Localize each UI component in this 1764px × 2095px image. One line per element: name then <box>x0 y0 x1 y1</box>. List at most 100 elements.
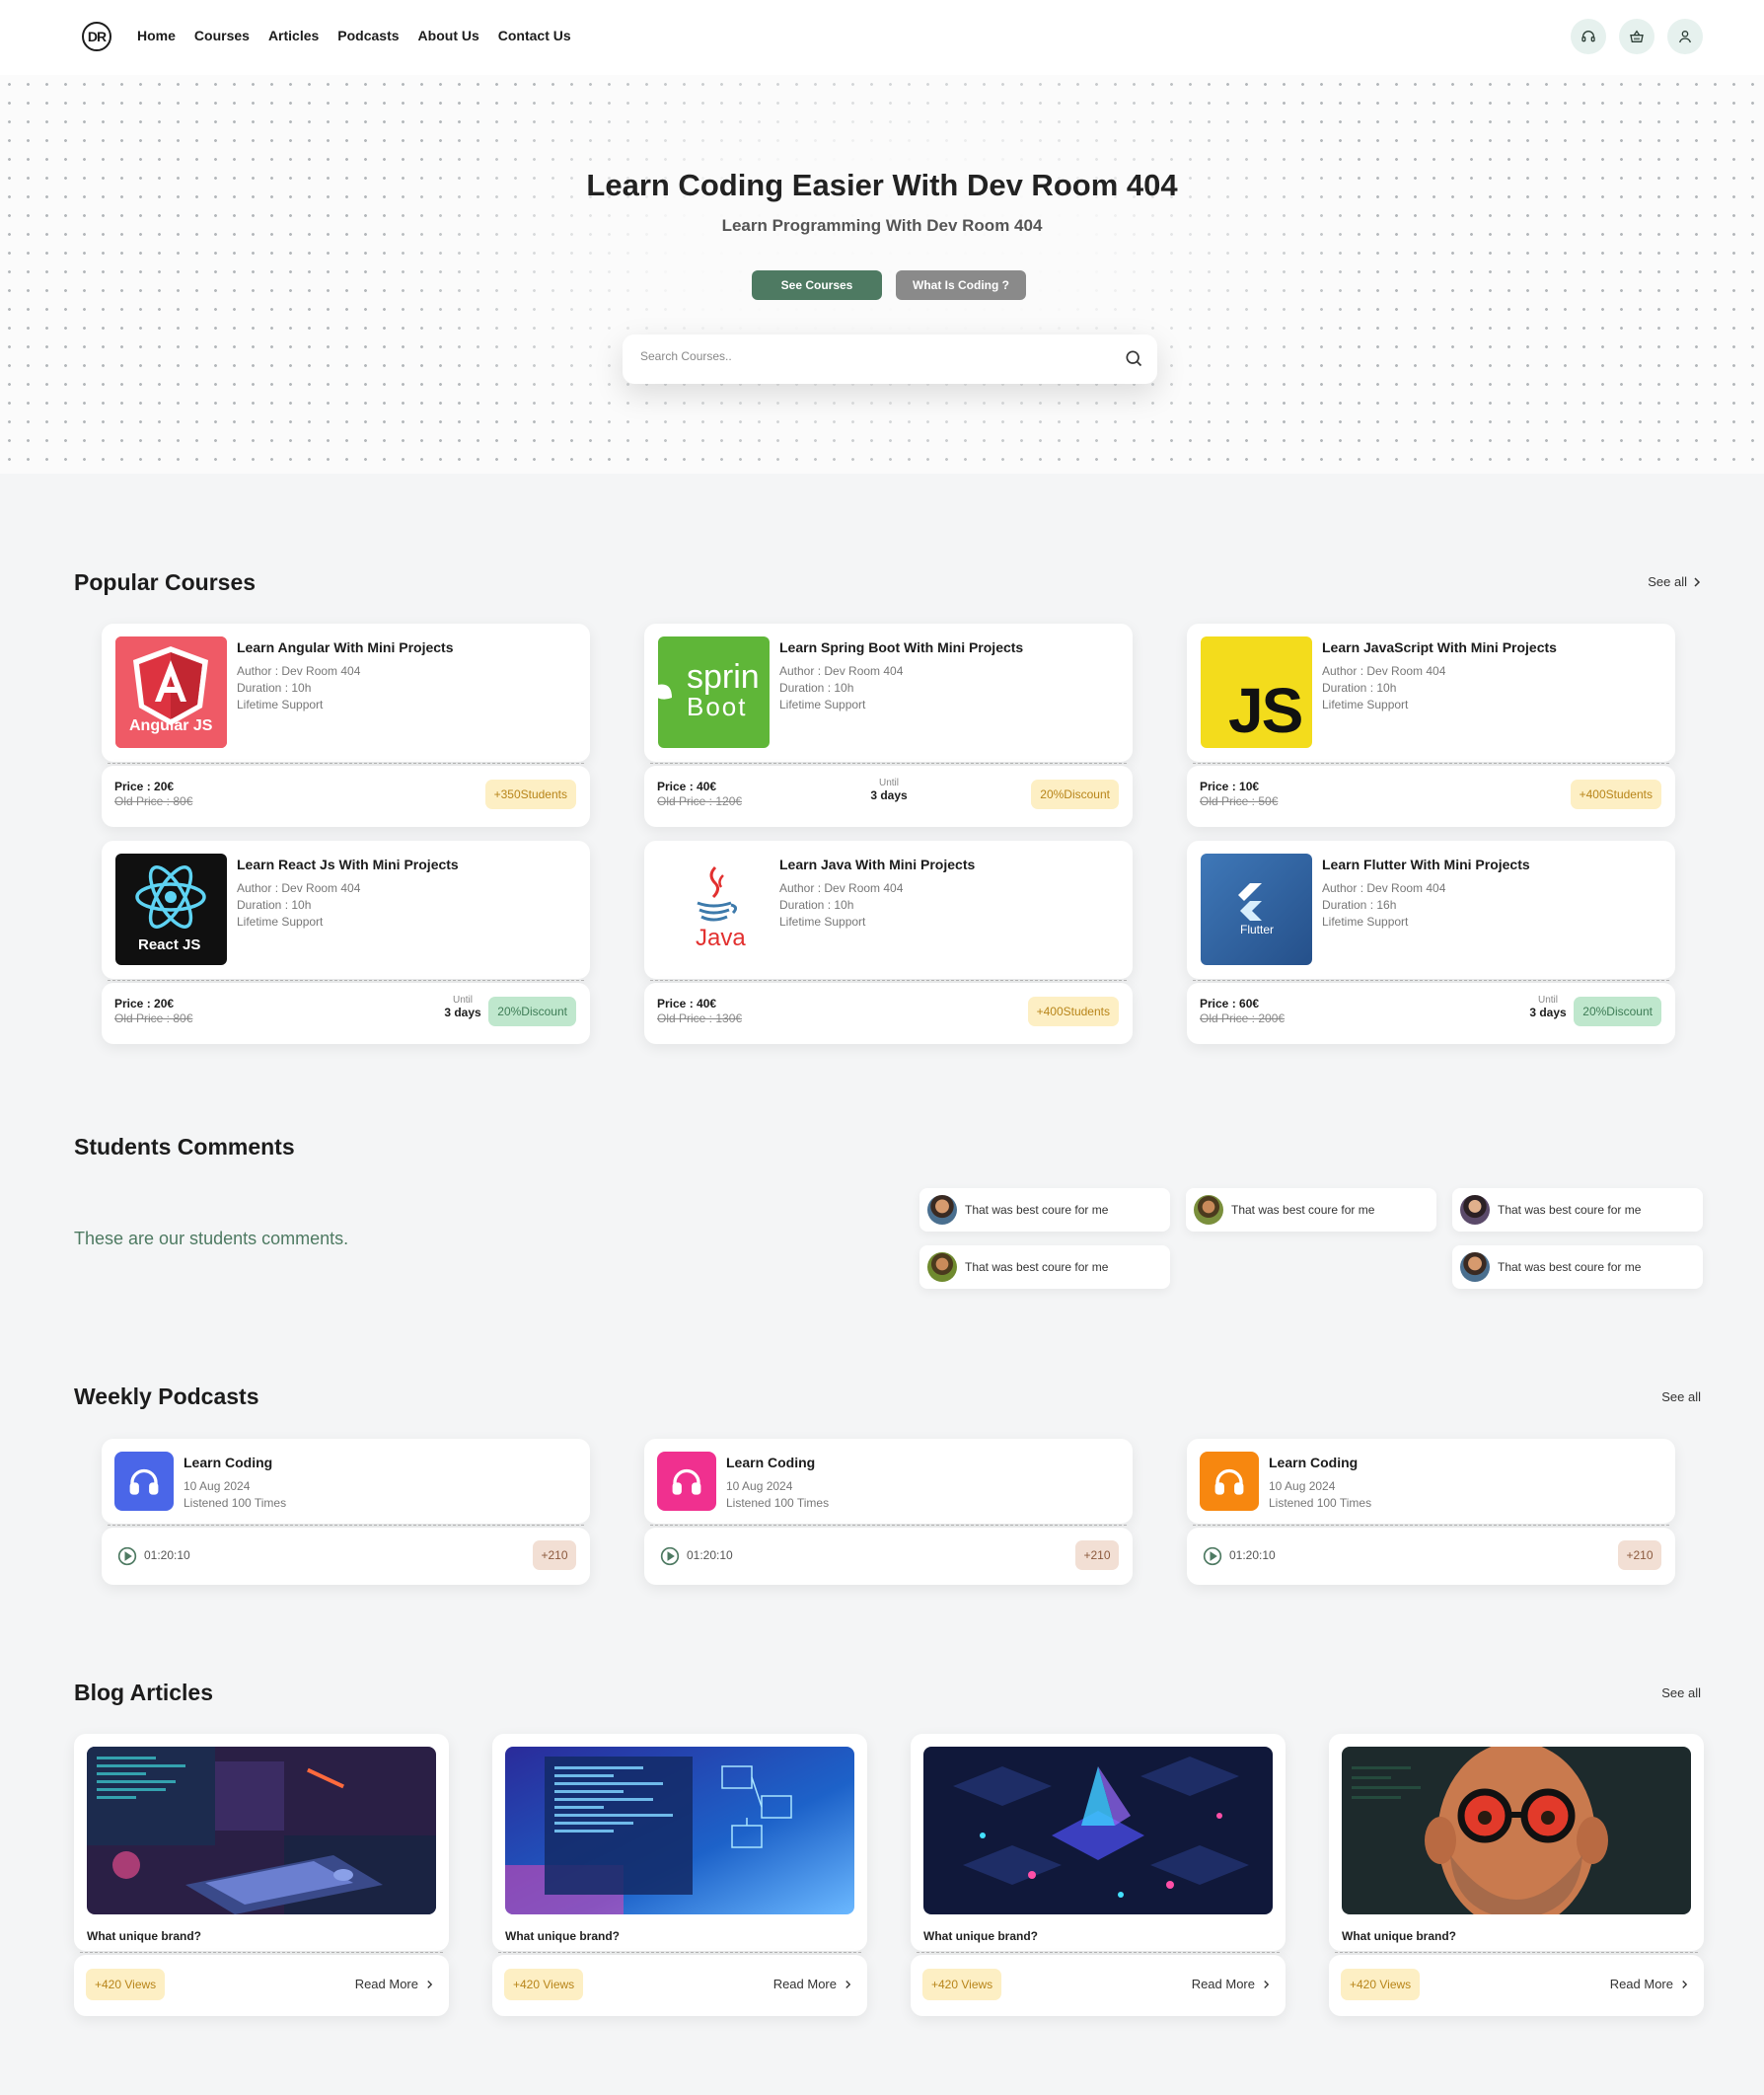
blog-see-all-link[interactable]: See all <box>1661 1685 1701 1700</box>
podcast-card[interactable]: Learn Coding 10 Aug 2024 Listened 100 Ti… <box>102 1439 590 1587</box>
podcasts-see-all-link[interactable]: See all <box>1661 1389 1701 1404</box>
course-author: Author : Dev Room 404 <box>237 664 361 678</box>
course-card[interactable]: sprin Boot Learn Spring Boot With Mini P… <box>644 624 1133 829</box>
views-badge: +420 Views <box>922 1969 1002 2000</box>
hero-buttons: See Courses What Is Coding ? <box>752 270 1026 300</box>
flutter-logo-icon <box>1238 883 1262 921</box>
views-badge: +420 Views <box>504 1969 584 2000</box>
user-icon[interactable] <box>1667 19 1703 54</box>
divider <box>650 980 1127 981</box>
hero-subtitle: Learn Programming With Dev Room 404 <box>721 216 1043 235</box>
blog-card-body: What unique brand? <box>74 1734 449 1951</box>
until-label: Until <box>452 995 473 1006</box>
course-card-footer: Price : 60€ Old Price : 200€ Until 3 day… <box>1187 983 1675 1044</box>
course-card[interactable]: Java Learn Java With Mini Projects Autho… <box>644 841 1133 1046</box>
search-input[interactable] <box>640 349 1094 363</box>
course-duration: Duration : 16h <box>1322 898 1397 912</box>
chevron-right-icon <box>427 1980 433 1988</box>
blog-card-footer: +420 Views Read More <box>74 1955 449 2016</box>
divider <box>917 1952 1280 1953</box>
blog-article-title: What unique brand? <box>505 1929 620 1943</box>
nav-contact-us[interactable]: Contact Us <box>498 28 571 43</box>
blog-image <box>505 1747 854 1914</box>
podcast-card[interactable]: Learn Coding 10 Aug 2024 Listened 100 Ti… <box>644 1439 1133 1587</box>
divider <box>650 1525 1127 1526</box>
divider <box>108 763 584 764</box>
blog-card-footer: +420 Views Read More <box>911 1955 1286 2016</box>
read-more-link[interactable]: Read More <box>1192 1977 1270 1991</box>
blog-card[interactable]: What unique brand? +420 Views Read More <box>74 1734 449 2020</box>
chevron-right-icon <box>1682 1980 1688 1988</box>
blog-card[interactable]: What unique brand? +420 Views Read More <box>1329 1734 1704 2020</box>
blog-title: Blog Articles <box>74 1680 214 1705</box>
comment-text: That was best coure for me <box>1498 1203 1642 1217</box>
course-card-footer: Price : 20€ Old Price : 80€ Until 3 days… <box>102 983 590 1044</box>
course-card-footer: Price : 40€ Old Price : 130€ +400Student… <box>644 983 1133 1044</box>
nav-articles[interactable]: Articles <box>268 28 319 43</box>
course-card-footer: Price : 10€ Old Price : 50€ +400Students <box>1187 766 1675 827</box>
thumb-label: React JS <box>138 936 201 953</box>
nav-courses[interactable]: Courses <box>194 28 250 43</box>
blog-article-title: What unique brand? <box>923 1929 1038 1943</box>
podcast-title: Learn Coding <box>1269 1455 1359 1470</box>
podcast-duration: 01:20:10 <box>144 1548 190 1562</box>
course-old-price: Old Price : 80€ <box>114 1011 193 1025</box>
blog-article-title: What unique brand? <box>87 1929 201 1943</box>
course-card[interactable]: Flutter Learn Flutter With Mini Projects… <box>1187 841 1675 1046</box>
nav-about-us[interactable]: About Us <box>418 28 479 43</box>
divider <box>498 1952 861 1953</box>
until-label: Until <box>878 778 899 788</box>
course-card[interactable]: Angular JS Learn Angular With Mini Proje… <box>102 624 590 829</box>
course-card[interactable]: JS Learn JavaScript With Mini Projects A… <box>1187 624 1675 829</box>
chevron-right-icon <box>845 1980 851 1988</box>
until-value: 3 days <box>444 1006 481 1019</box>
read-more-label: Read More <box>1609 1977 1673 1991</box>
comment-item: That was best coure for me <box>1452 1245 1703 1289</box>
read-more-link[interactable]: Read More <box>1610 1977 1688 1991</box>
search-icon[interactable] <box>1124 348 1143 373</box>
site-logo[interactable]: DR <box>82 22 111 51</box>
main-nav: Home Courses Articles Podcasts About Us … <box>137 28 571 43</box>
podcast-listened: Listened 100 Times <box>1269 1496 1372 1510</box>
thumb-label: Flutter <box>1240 923 1275 936</box>
headphones-icon <box>1200 1452 1259 1511</box>
course-card-footer: Price : 40€ Old Price : 120€ Until 3 day… <box>644 766 1133 827</box>
podcast-card-footer: 01:20:10 +210 <box>644 1528 1133 1585</box>
blog-image <box>923 1747 1273 1914</box>
blog-article-title: What unique brand? <box>1342 1929 1456 1943</box>
see-courses-button[interactable]: See Courses <box>752 270 882 300</box>
course-thumbnail: JS <box>1201 636 1312 748</box>
comments-title: Students Comments <box>74 1134 295 1160</box>
headset-icon[interactable] <box>1571 19 1606 54</box>
play-icon[interactable] <box>117 1546 137 1571</box>
play-icon[interactable] <box>1203 1546 1222 1571</box>
read-more-link[interactable]: Read More <box>355 1977 433 1991</box>
search-bar <box>623 335 1157 384</box>
course-author: Author : Dev Room 404 <box>779 664 904 678</box>
course-price: Price : 20€ <box>114 780 175 793</box>
comment-text: That was best coure for me <box>965 1203 1109 1217</box>
comment-text: That was best coure for me <box>1231 1203 1375 1217</box>
nav-home[interactable]: Home <box>137 28 176 43</box>
blog-card-body: What unique brand? <box>911 1734 1286 1951</box>
blog-card[interactable]: What unique brand? +420 Views Read More <box>492 1734 867 2020</box>
course-card[interactable]: React JS Learn React Js With Mini Projec… <box>102 841 590 1046</box>
students-badge: +400Students <box>1570 780 1661 809</box>
read-more-link[interactable]: Read More <box>773 1977 851 1991</box>
nav-podcasts[interactable]: Podcasts <box>337 28 399 43</box>
what-is-coding-button[interactable]: What Is Coding ? <box>896 270 1026 300</box>
popular-see-all-link[interactable]: See all <box>1648 574 1701 589</box>
course-old-price: Old Price : 120€ <box>657 794 743 808</box>
course-title: Learn Angular With Mini Projects <box>237 639 454 655</box>
podcast-card-body: Learn Coding 10 Aug 2024 Listened 100 Ti… <box>102 1439 590 1524</box>
podcast-card[interactable]: Learn Coding 10 Aug 2024 Listened 100 Ti… <box>1187 1439 1675 1587</box>
basket-icon[interactable] <box>1619 19 1654 54</box>
course-price: Price : 40€ <box>657 780 717 793</box>
blog-card[interactable]: What unique brand? +420 Views Read More <box>911 1734 1286 2020</box>
course-old-price: Old Price : 130€ <box>657 1011 743 1025</box>
course-title: Learn JavaScript With Mini Projects <box>1322 639 1557 655</box>
avatar <box>1460 1252 1490 1282</box>
podcast-card-body: Learn Coding 10 Aug 2024 Listened 100 Ti… <box>644 1439 1133 1524</box>
play-icon[interactable] <box>660 1546 680 1571</box>
course-old-price: Old Price : 200€ <box>1200 1011 1286 1025</box>
